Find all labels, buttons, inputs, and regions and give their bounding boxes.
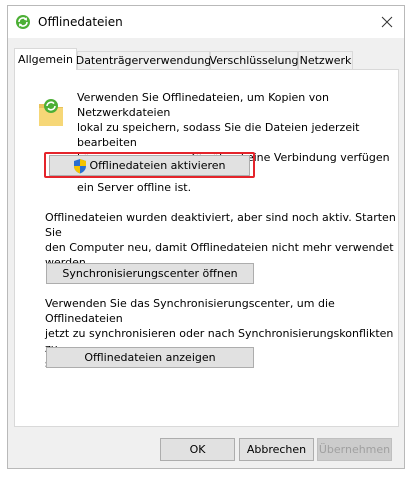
uac-shield-icon (74, 158, 87, 173)
intro-text: Verwenden Sie Offlinedateien, um Kopien … (77, 90, 398, 195)
close-icon (381, 16, 393, 28)
intro-line-4: ein Server offline ist. (77, 181, 192, 194)
offline-files-icon (39, 99, 63, 126)
tab-allgemein[interactable]: Allgemein (14, 48, 77, 70)
cancel-button[interactable]: Abbrechen (239, 438, 314, 461)
enable-offline-files-button[interactable]: Offlinedateien aktivieren (49, 155, 250, 176)
window-title: Offlinedateien (38, 15, 123, 29)
intro-line-1: Verwenden Sie Offlinedateien, um Kopien … (77, 91, 329, 119)
title-bar: Offlinedateien (8, 6, 404, 38)
tab-netzwerk[interactable]: Netzwerk (298, 51, 353, 69)
view-offline-files-button[interactable]: Offlinedateien anzeigen (46, 347, 254, 368)
close-button[interactable] (376, 12, 398, 32)
apply-button[interactable]: Übernehmen (317, 438, 392, 461)
sync-line-1: Verwenden Sie das Synchronisierungscente… (45, 297, 335, 325)
open-sync-center-button[interactable]: Synchronisierungscenter öffnen (46, 263, 254, 284)
sync-center-icon (16, 15, 30, 29)
general-tab-panel: Verwenden Sie Offlinedateien, um Kopien … (14, 69, 399, 427)
offline-files-dialog: Offlinedateien Allgemein Datenträgerverw… (7, 5, 405, 469)
tab-verschluesselung[interactable]: Verschlüsselung (210, 51, 298, 69)
ok-button[interactable]: OK (160, 438, 235, 461)
intro-line-2: lokal zu speichern, sodass Sie die Datei… (77, 121, 360, 149)
enable-button-label: Offlinedateien aktivieren (89, 159, 226, 172)
tab-datentraegerverwendung[interactable]: Datenträgerverwendung (76, 51, 211, 69)
status-line-1: Offlinedateien wurden deaktiviert, aber … (45, 211, 396, 239)
